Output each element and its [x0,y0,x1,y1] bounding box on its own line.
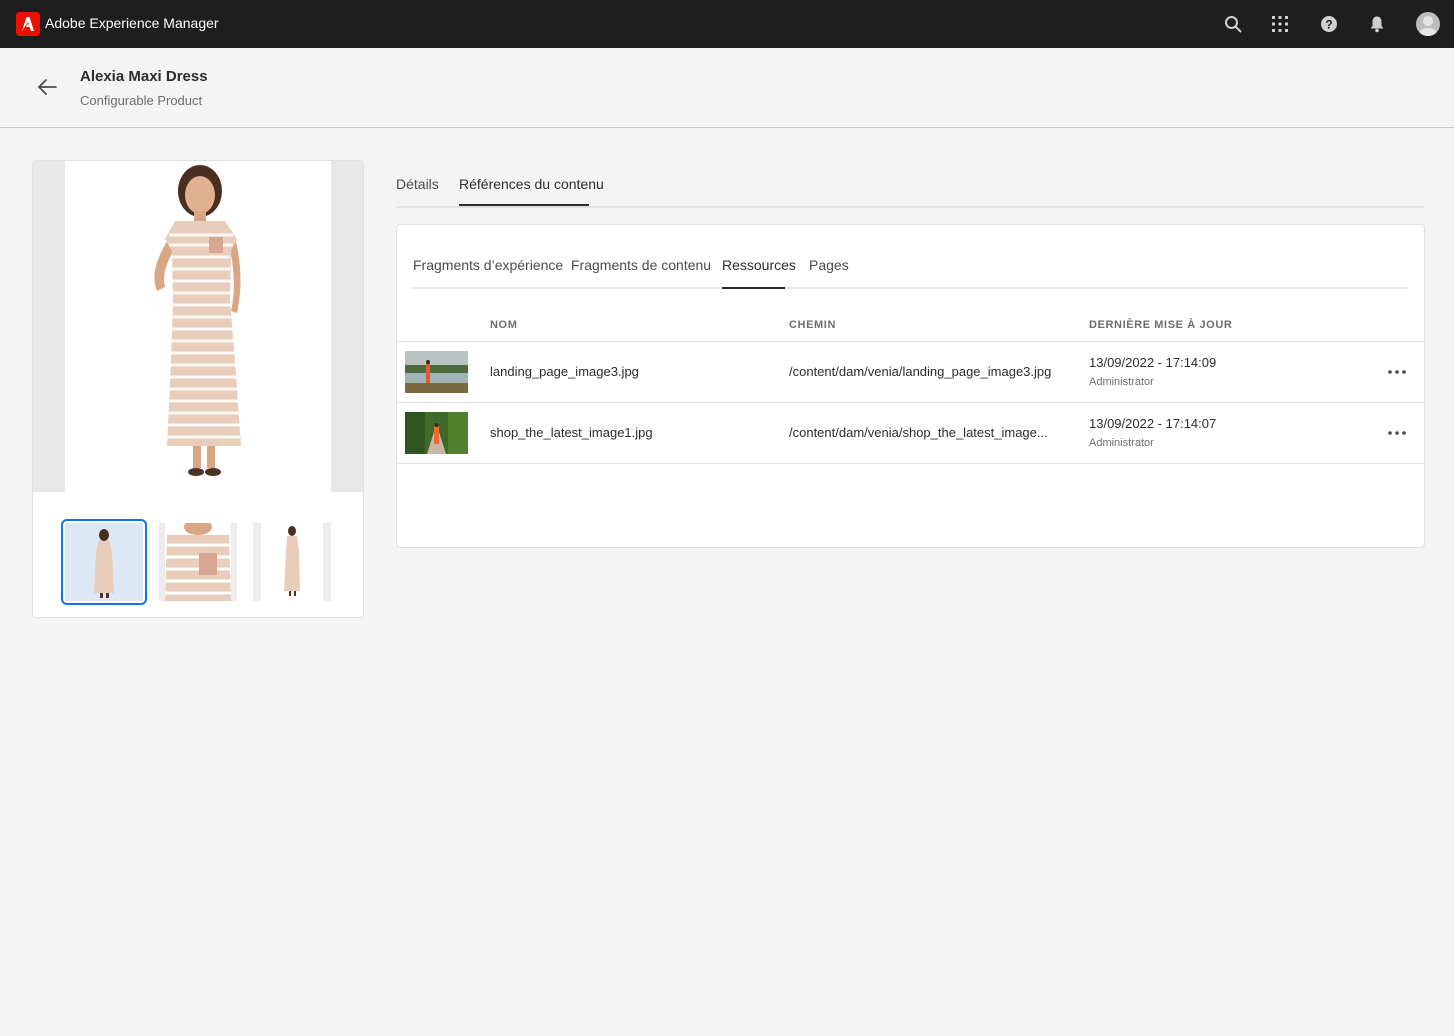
asset-updated-by: Administrator [1089,376,1154,388]
table-header: NOM CHEMIN DERNIÈRE MISE À JOUR [397,307,1424,342]
table-row[interactable]: shop_the_latest_image1.jpg /content/dam/… [397,403,1424,464]
asset-updated-date: 13/09/2022 - 17:14:09 [1089,355,1217,370]
subtab-experience-fragments[interactable]: Fragments d’expérience [413,257,563,273]
column-header-last-updated[interactable]: DERNIÈRE MISE À JOUR [1089,319,1232,331]
asset-name: landing_page_image3.jpg [490,364,639,379]
apps-icon[interactable] [1268,12,1292,36]
asset-thumbnail [405,351,468,393]
asset-updated-by: Administrator [1089,437,1154,449]
product-main-image [33,161,363,492]
product-thumbnail-1[interactable] [61,519,147,605]
reference-type-tabs: Fragments d’expérience Fragments de cont… [413,225,1408,289]
back-arrow-icon[interactable] [36,76,62,98]
asset-updated-date: 13/09/2022 - 17:14:07 [1089,416,1217,431]
help-icon[interactable]: ? [1317,12,1341,36]
product-thumbnail-3[interactable] [253,523,331,601]
column-header-path[interactable]: CHEMIN [789,319,836,331]
subtab-assets[interactable]: Ressources [722,257,796,273]
table-row[interactable]: landing_page_image3.jpg /content/dam/ven… [397,342,1424,403]
subtab-content-fragments[interactable]: Fragments de contenu [571,257,711,273]
page-title: Alexia Maxi Dress [80,68,208,85]
subtab-pages[interactable]: Pages [809,257,849,273]
product-thumbnail-2[interactable] [159,523,237,601]
dress-model-image [154,165,241,476]
main-tabs: Détails Références du contenu [396,160,1424,208]
search-icon[interactable] [1221,12,1245,36]
tab-details[interactable]: Détails [396,176,439,192]
active-tab-indicator [459,204,589,206]
app-title[interactable]: Adobe Experience Manager [45,15,219,31]
adobe-logo-icon[interactable] [16,12,40,36]
bell-icon[interactable] [1365,12,1389,36]
asset-path: /content/dam/venia/shop_the_latest_image… [789,425,1048,440]
svg-text:?: ? [1325,18,1332,32]
asset-thumbnail [405,412,468,454]
product-image-card [32,160,364,618]
page-header: Alexia Maxi Dress Configurable Product [0,48,1454,128]
top-navigation-bar: Adobe Experience Manager ? [0,0,1454,48]
active-subtab-indicator [722,287,785,289]
asset-name: shop_the_latest_image1.jpg [490,425,653,440]
content-references-panel: Fragments d’expérience Fragments de cont… [396,224,1425,548]
tab-content-references[interactable]: Références du contenu [459,176,604,192]
column-header-name[interactable]: NOM [490,319,517,331]
more-actions-icon[interactable] [1385,364,1409,380]
page-subtitle: Configurable Product [80,93,203,108]
asset-path: /content/dam/venia/landing_page_image3.j… [789,364,1052,379]
more-actions-icon[interactable] [1385,425,1409,441]
user-avatar[interactable] [1416,12,1440,36]
